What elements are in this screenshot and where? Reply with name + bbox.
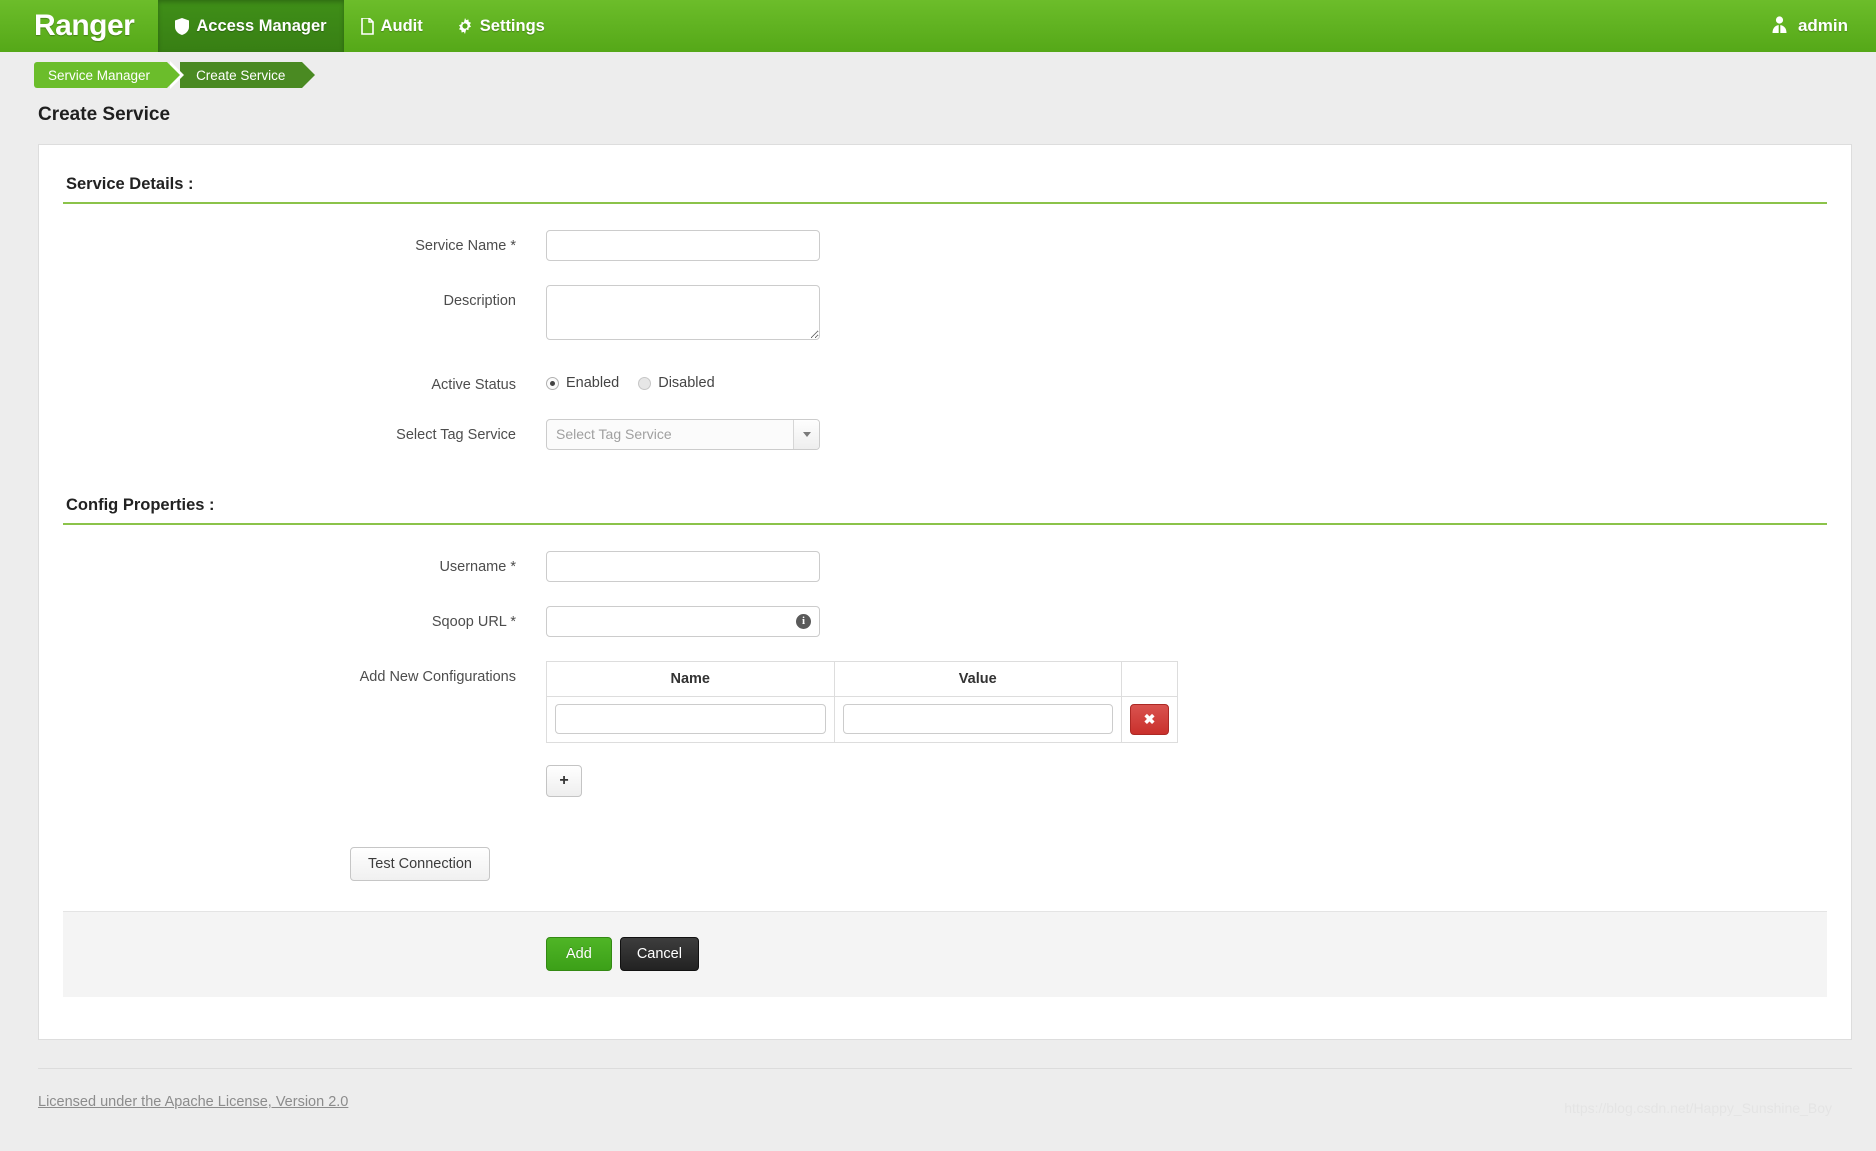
config-value-cell	[834, 696, 1121, 742]
test-connection-button[interactable]: Test Connection	[350, 847, 490, 881]
nav-item-label: Audit	[381, 17, 423, 36]
radio-disabled[interactable]: Disabled	[638, 375, 714, 391]
nav-item-label: Settings	[480, 17, 545, 36]
breadcrumb-item-create-service[interactable]: Create Service	[180, 62, 302, 88]
breadcrumb-item-service-manager[interactable]: Service Manager	[34, 62, 167, 88]
gear-icon	[457, 18, 473, 34]
add-button[interactable]: Add	[546, 937, 612, 971]
active-status-label: Active Status	[63, 369, 546, 395]
tag-service-select[interactable]: Select Tag Service	[546, 419, 820, 450]
column-header-name: Name	[547, 661, 835, 696]
breadcrumb-label: Create Service	[196, 68, 285, 83]
user-menu[interactable]: admin	[1754, 0, 1876, 52]
breadcrumb-label: Service Manager	[48, 68, 150, 83]
nav-item-access-manager[interactable]: Access Manager	[158, 0, 343, 52]
user-icon	[1770, 15, 1789, 38]
nav-item-label: Access Manager	[196, 17, 326, 36]
section-heading-service-details: Service Details :	[63, 175, 1827, 204]
column-header-value: Value	[834, 661, 1121, 696]
radio-enabled-label: Enabled	[566, 375, 619, 391]
field-row-tag-service: Select Tag Service Select Tag Service	[63, 419, 1827, 450]
watermark-text: https://blog.csdn.net/Happy_Sunshine_Boy	[1564, 1100, 1832, 1116]
nav-item-list: Access Manager Audit Settings	[158, 0, 562, 52]
config-name-input[interactable]	[555, 704, 826, 734]
section-heading-config-properties: Config Properties :	[63, 496, 1827, 525]
page-title: Create Service	[0, 88, 1876, 126]
shield-icon	[175, 18, 189, 35]
config-action-cell: ✖	[1121, 696, 1177, 742]
table-row: ✖	[547, 696, 1178, 742]
chevron-down-icon[interactable]	[793, 420, 819, 449]
field-row-description: Description	[63, 285, 1827, 345]
config-table: Name Value	[546, 661, 1178, 743]
field-row-username: Username *	[63, 551, 1827, 582]
app-logo[interactable]: Ranger	[0, 0, 158, 52]
column-header-actions	[1121, 661, 1177, 696]
cancel-button[interactable]: Cancel	[620, 937, 699, 971]
tag-service-label: Select Tag Service	[63, 419, 546, 445]
license-link[interactable]: Licensed under the Apache License, Versi…	[38, 1094, 348, 1110]
user-name-label: admin	[1798, 16, 1848, 36]
service-name-input[interactable]	[546, 230, 820, 261]
username-input[interactable]	[546, 551, 820, 582]
field-row-active-status: Active Status Enabled Disabled	[63, 369, 1827, 395]
field-row-add-new-configurations: Add New Configurations Name Value	[63, 661, 1827, 797]
field-row-sqoop-url: Sqoop URL * i	[63, 606, 1827, 637]
radio-disabled-marker	[638, 377, 651, 390]
sqoop-url-label: Sqoop URL *	[63, 606, 546, 632]
add-new-configurations-label: Add New Configurations	[63, 661, 546, 687]
form-actions: Add Cancel	[63, 911, 1827, 997]
info-icon[interactable]: i	[796, 614, 811, 629]
description-label: Description	[63, 285, 546, 311]
file-icon	[361, 18, 374, 35]
create-service-panel: Service Details : Service Name * Descrip…	[38, 144, 1852, 1040]
delete-row-button[interactable]: ✖	[1130, 704, 1169, 735]
top-navbar: Ranger Access Manager Audit	[0, 0, 1876, 52]
table-header-row: Name Value	[547, 661, 1178, 696]
add-row-button[interactable]: +	[546, 765, 582, 797]
description-textarea[interactable]	[546, 285, 820, 340]
nav-item-settings[interactable]: Settings	[440, 0, 562, 52]
radio-disabled-label: Disabled	[658, 375, 714, 391]
nav-item-audit[interactable]: Audit	[344, 0, 440, 52]
radio-enabled[interactable]: Enabled	[546, 375, 619, 391]
field-row-service-name: Service Name *	[63, 230, 1827, 261]
service-name-label: Service Name *	[63, 230, 546, 256]
tag-service-selected-value: Select Tag Service	[547, 420, 793, 449]
config-name-cell	[547, 696, 835, 742]
page-footer: Licensed under the Apache License, Versi…	[38, 1068, 1852, 1128]
sqoop-url-input[interactable]	[546, 606, 820, 637]
radio-enabled-marker	[546, 377, 559, 390]
username-label: Username *	[63, 551, 546, 577]
config-value-input[interactable]	[843, 704, 1113, 734]
breadcrumb: Service Manager Create Service	[0, 52, 1876, 88]
